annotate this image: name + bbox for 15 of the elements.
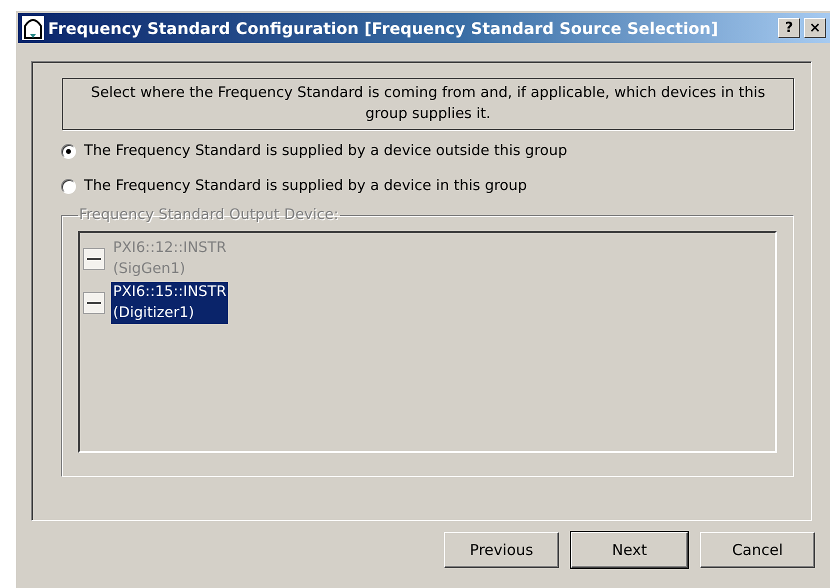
app-logo-icon bbox=[22, 16, 44, 40]
device-icon bbox=[83, 248, 105, 270]
radio-label[interactable]: The Frequency Standard is supplied by a device outside this group bbox=[84, 143, 568, 159]
group-title: Frequency Standard Output Device: bbox=[78, 207, 340, 223]
radio-button[interactable] bbox=[61, 178, 76, 194]
help-button[interactable]: ? bbox=[778, 18, 800, 38]
instruction-text: Select where the Frequency Standard is coming from and, if applicable, which devices in this group supplies it. bbox=[62, 78, 794, 130]
dialog-button[interactable]: Cancel bbox=[700, 532, 815, 568]
window-title: Frequency Standard Configuration [Frequency Standard Source Selection] bbox=[48, 18, 720, 38]
dialog-button[interactable]: Previous bbox=[444, 532, 559, 568]
radio-button[interactable] bbox=[61, 144, 76, 158]
device-icon bbox=[83, 292, 105, 314]
close-button[interactable]: × bbox=[804, 18, 826, 38]
dialog-button[interactable]: Next bbox=[571, 532, 688, 568]
radio-label[interactable]: The Frequency Standard is supplied by a device in this group bbox=[84, 178, 527, 194]
